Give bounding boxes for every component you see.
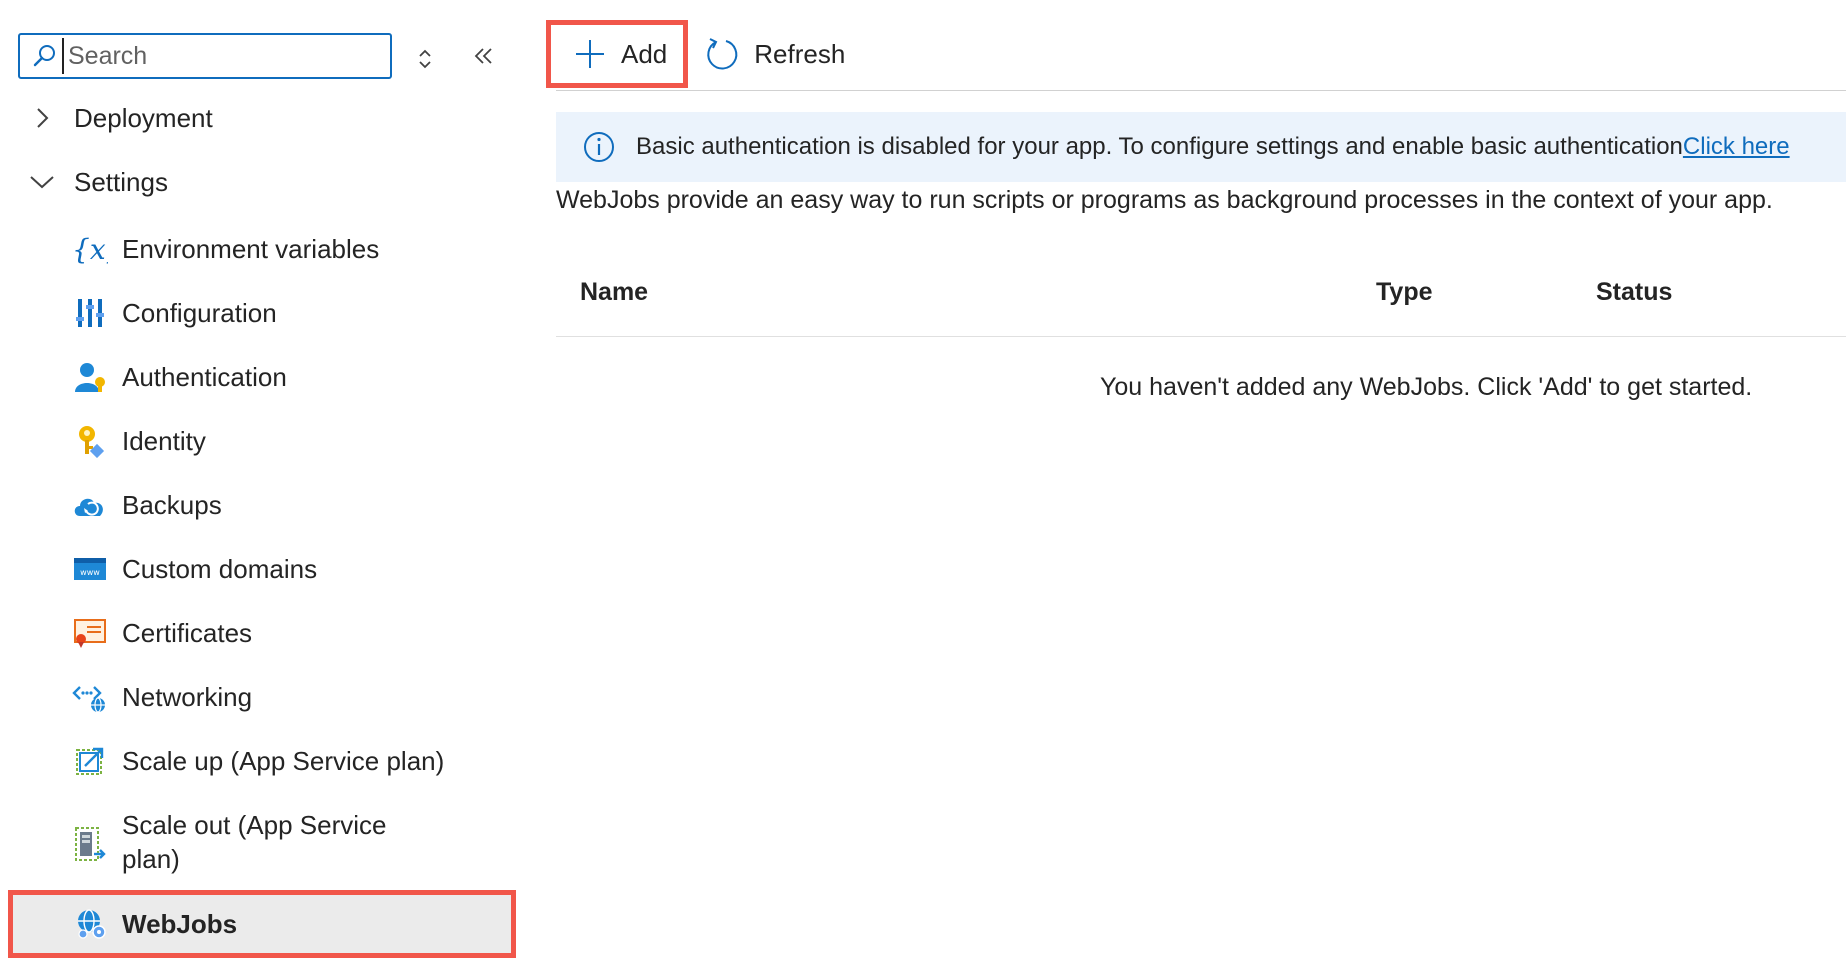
search-input[interactable] — [62, 38, 390, 74]
add-button-label: Add — [621, 38, 668, 69]
sidebar-item-environment-variables[interactable]: {x} Environment variables — [8, 226, 516, 272]
collapse-sidebar-icon[interactable] — [468, 40, 500, 72]
backups-cloud-icon — [72, 487, 108, 523]
networking-icon — [72, 679, 108, 715]
info-banner-text: Basic authentication is disabled for you… — [636, 133, 1683, 160]
sidebar-item-label: Backups — [122, 490, 222, 520]
nav-group-settings[interactable]: Settings — [22, 157, 168, 207]
sidebar-item-label: WebJobs — [122, 909, 238, 939]
sidebar-item-label: Scale up (App Service plan) — [122, 746, 445, 776]
sidebar-item-label: Custom domains — [122, 554, 318, 584]
sidebar-item-label: Environment variables — [122, 234, 380, 264]
refresh-button[interactable]: Refresh — [688, 24, 861, 84]
sidebar-item-label: Authentication — [122, 362, 287, 392]
refresh-icon — [707, 38, 738, 70]
certificates-icon — [72, 615, 108, 651]
environment-variables-icon: {x} — [72, 231, 108, 267]
sidebar-item-webjobs[interactable]: WebJobs — [8, 890, 516, 958]
column-header-type[interactable]: Type — [1376, 278, 1433, 307]
chevron-right-icon — [22, 98, 62, 138]
sidebar-item-label: Certificates — [122, 618, 253, 648]
command-bar: Add Refresh — [546, 20, 861, 88]
sort-toggle-icon[interactable] — [410, 44, 440, 74]
nav-group-label: Deployment — [74, 102, 213, 133]
column-header-name[interactable]: Name — [580, 278, 648, 307]
sidebar-item-configuration[interactable]: Configuration — [8, 290, 516, 336]
webjobs-table-header: Name Type Status — [556, 272, 1846, 337]
sidebar-item-scale-up[interactable]: Scale up (App Service plan) — [8, 738, 516, 784]
authentication-icon — [72, 359, 108, 395]
custom-domains-www-icon: www — [72, 551, 108, 587]
svg-text:{x}: {x} — [72, 233, 108, 266]
search-row — [18, 33, 392, 79]
column-header-status[interactable]: Status — [1596, 278, 1672, 307]
sidebar-item-label: Scale out (App Service plan) — [122, 810, 387, 874]
nav-group-label: Settings — [74, 166, 168, 197]
scale-out-icon — [72, 826, 108, 862]
toolbar-divider — [556, 90, 1846, 91]
sidebar-item-backups[interactable]: Backups — [8, 482, 516, 528]
sidebar-item-networking[interactable]: Networking — [8, 674, 516, 720]
info-icon — [584, 132, 614, 162]
sidebar-item-authentication[interactable]: Authentication — [8, 354, 516, 400]
sidebar: Deployment Settings {x} Environment vari… — [0, 0, 520, 964]
add-plus-icon — [576, 40, 604, 68]
click-here-link[interactable]: Click here — [1683, 133, 1790, 161]
sidebar-item-identity[interactable]: Identity — [8, 418, 516, 464]
configuration-icon — [72, 295, 108, 331]
webjobs-icon — [73, 906, 109, 942]
svg-text:www: www — [80, 568, 100, 577]
sidebar-item-scale-out[interactable]: Scale out (App Service plan) — [8, 804, 516, 884]
refresh-button-label: Refresh — [754, 38, 846, 69]
search-box[interactable] — [18, 33, 392, 79]
search-icon — [30, 41, 60, 71]
empty-state-message: You haven't added any WebJobs. Click 'Ad… — [1100, 373, 1753, 401]
sidebar-item-label: Configuration — [122, 298, 277, 328]
sidebar-item-label: Networking — [122, 682, 253, 712]
scale-up-icon — [72, 743, 108, 779]
sidebar-item-custom-domains[interactable]: www Custom domains — [8, 546, 516, 592]
sidebar-item-label: Identity — [122, 426, 206, 456]
nav-group-deployment[interactable]: Deployment — [22, 93, 213, 143]
identity-key-icon — [72, 423, 108, 459]
info-banner: Basic authentication is disabled for you… — [556, 112, 1846, 182]
add-button[interactable]: Add — [546, 20, 689, 88]
chevron-down-icon — [22, 162, 62, 202]
webjobs-description: WebJobs provide an easy way to run scrip… — [556, 186, 1773, 214]
sidebar-item-certificates[interactable]: Certificates — [8, 610, 516, 656]
